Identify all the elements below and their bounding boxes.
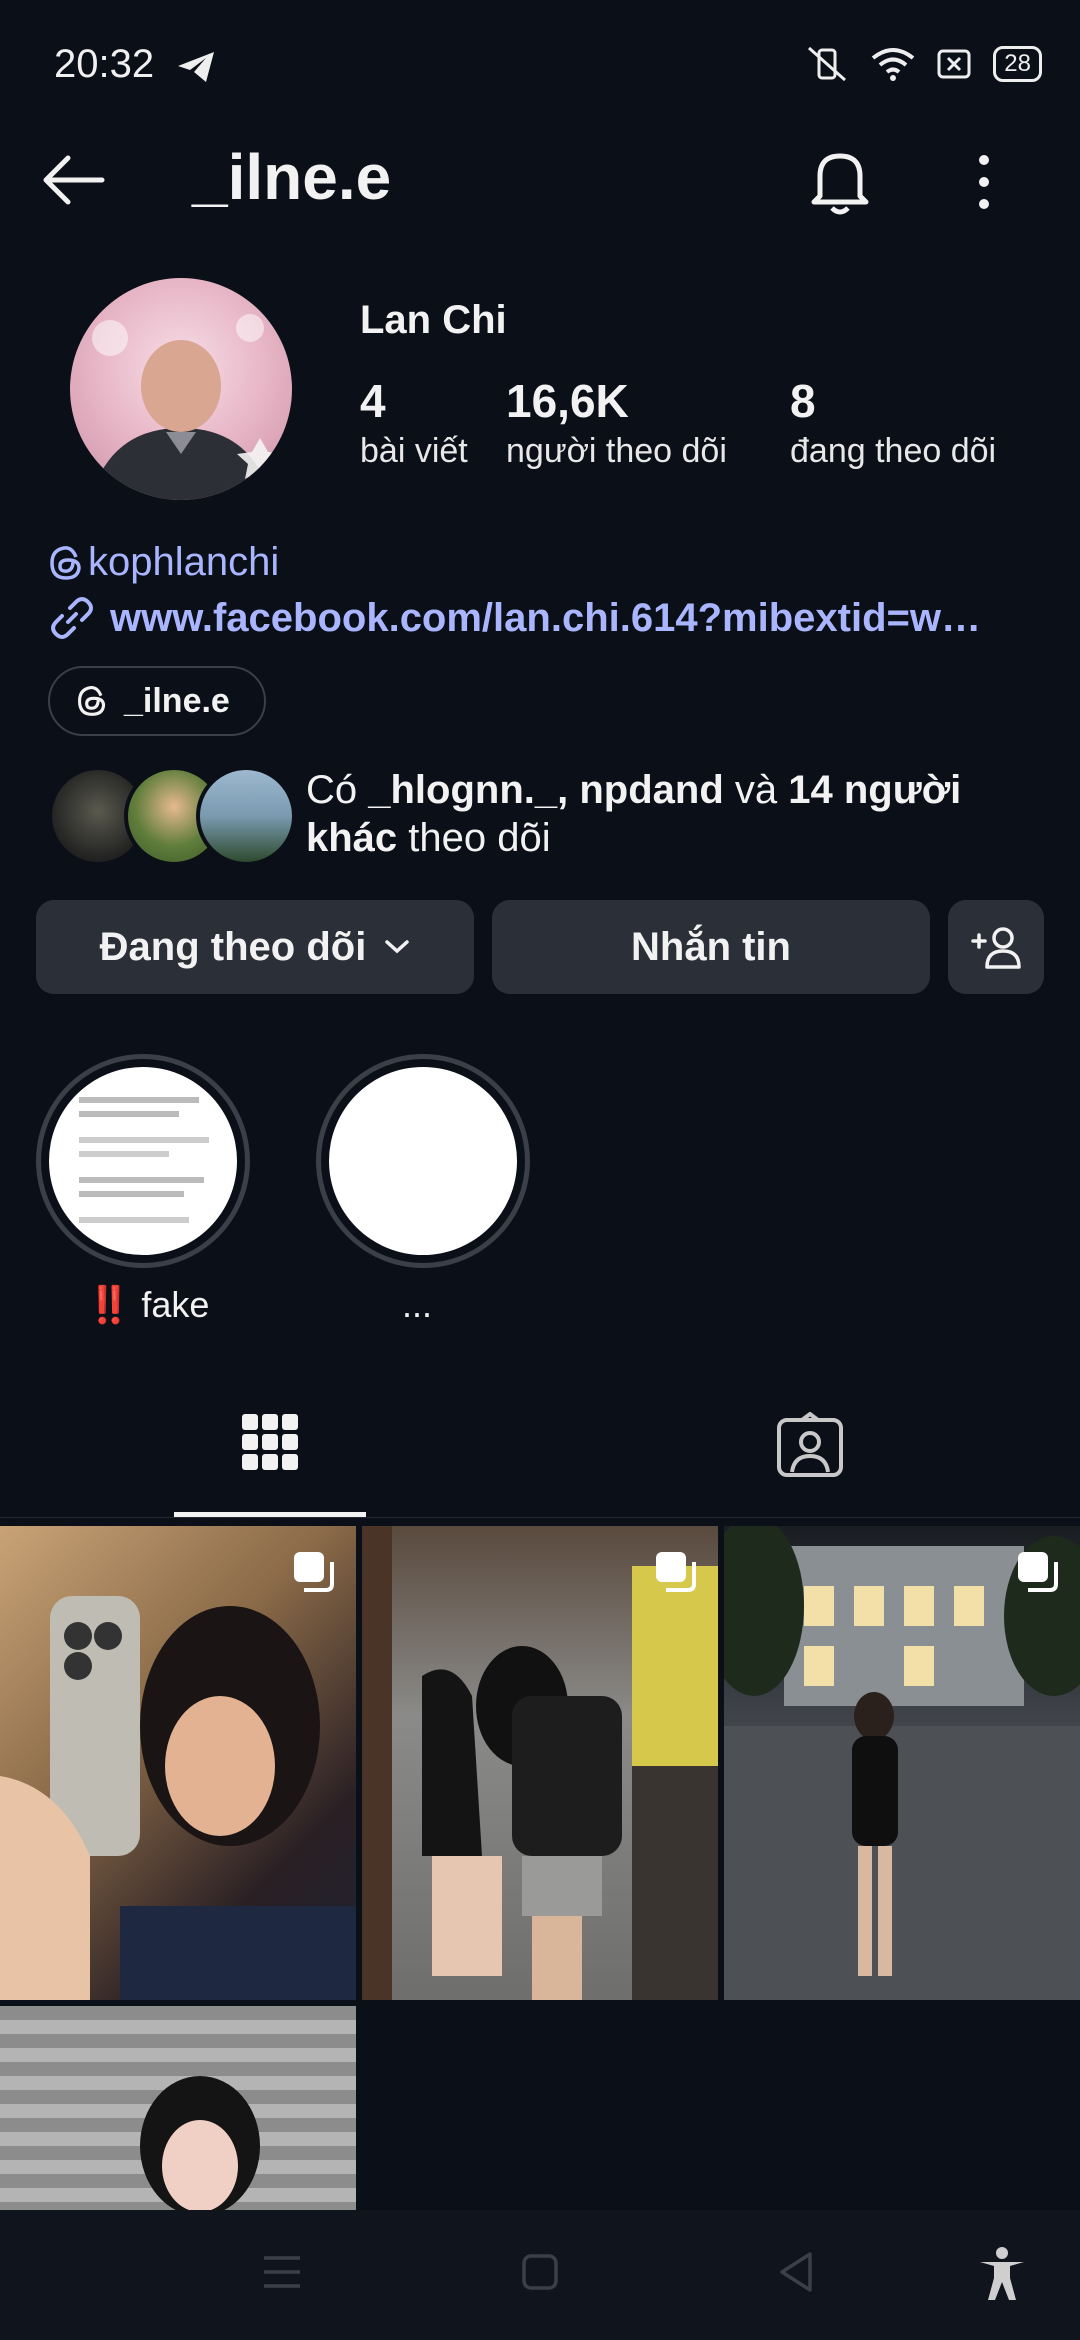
mutual-prefix: Có bbox=[306, 768, 369, 812]
system-navigation-bar bbox=[0, 2210, 1080, 2340]
add-person-icon bbox=[971, 927, 1021, 969]
accessibility-icon[interactable] bbox=[976, 2246, 1028, 2302]
notification-bell-icon[interactable] bbox=[808, 146, 872, 216]
multi-photo-icon bbox=[656, 1552, 696, 1592]
sim-icon bbox=[937, 49, 971, 79]
website-link-text: www.facebook.com/lan.chi.614?mibextid=w… bbox=[110, 595, 981, 640]
multi-photo-icon bbox=[1018, 1552, 1058, 1592]
home-icon[interactable] bbox=[520, 2252, 560, 2292]
mutual-avatar-3[interactable] bbox=[196, 766, 296, 866]
profile-username: _ilne.e bbox=[192, 141, 392, 213]
mutual-suffix: theo dõi bbox=[397, 816, 551, 860]
telegram-icon bbox=[178, 52, 214, 82]
tab-divider bbox=[0, 1517, 1080, 1518]
post-1[interactable] bbox=[0, 1526, 356, 2000]
website-link[interactable]: www.facebook.com/lan.chi.614?mibextid=w… bbox=[48, 594, 1028, 642]
status-icons: 28 bbox=[805, 44, 1042, 84]
post-2[interactable] bbox=[362, 1526, 718, 2000]
following-count-value: 8 bbox=[790, 375, 816, 427]
back-nav-icon[interactable] bbox=[776, 2250, 816, 2294]
threads-icon bbox=[50, 545, 81, 580]
chevron-down-icon bbox=[385, 940, 410, 954]
highlight-2-cover bbox=[329, 1067, 517, 1255]
wifi-icon bbox=[872, 48, 915, 81]
back-arrow-icon[interactable] bbox=[38, 150, 108, 210]
followers-count[interactable]: 16,6K người theo dõi bbox=[506, 374, 727, 471]
suggest-user-button[interactable] bbox=[948, 900, 1044, 994]
profile-avatar[interactable] bbox=[70, 278, 292, 500]
threads-handle-link[interactable]: kophlanchi bbox=[48, 540, 279, 585]
message-button[interactable]: Nhắn tin bbox=[492, 900, 930, 994]
threads-handle-text: kophlanchi bbox=[88, 540, 280, 584]
threads-badge[interactable]: _ilne.e bbox=[48, 666, 266, 736]
followers-count-value: 16,6K bbox=[506, 375, 629, 427]
following-count[interactable]: 8 đang theo dõi bbox=[790, 374, 996, 471]
post-3[interactable] bbox=[724, 1526, 1080, 2000]
highlight-1-cover bbox=[49, 1067, 237, 1255]
grid-icon[interactable] bbox=[240, 1412, 300, 1472]
followers-count-label: người theo dõi bbox=[506, 432, 727, 470]
tagged-icon[interactable] bbox=[776, 1412, 844, 1478]
following-button-label: Đang theo dõi bbox=[99, 924, 367, 969]
story-highlight-2[interactable] bbox=[316, 1054, 530, 1268]
following-count-label: đang theo dõi bbox=[790, 432, 997, 470]
mutual-names: _hlognn._, npdand bbox=[368, 768, 724, 812]
post-4[interactable] bbox=[0, 2006, 356, 2210]
story-highlight-1[interactable] bbox=[36, 1054, 250, 1268]
recent-apps-icon[interactable] bbox=[262, 2254, 302, 2290]
display-name: Lan Chi bbox=[360, 298, 507, 342]
mutual-followers-text[interactable]: Có _hlognn._, npdand và 14 người khác th… bbox=[306, 766, 1026, 862]
posts-count-value: 4 bbox=[360, 375, 386, 427]
highlight-1-label: ‼️ fake bbox=[86, 1284, 210, 1325]
threads-badge-label: _ilne.e bbox=[124, 681, 230, 720]
threads-badge-icon bbox=[77, 686, 106, 716]
mute-vibrate-icon bbox=[808, 46, 847, 82]
message-button-label: Nhắn tin bbox=[631, 924, 791, 969]
link-icon bbox=[51, 597, 93, 639]
highlight-2-label: ... bbox=[402, 1284, 433, 1325]
multi-photo-icon bbox=[294, 1552, 334, 1592]
following-button[interactable]: Đang theo dõi bbox=[36, 900, 474, 994]
mutual-middle: và bbox=[723, 768, 789, 812]
battery-indicator: 28 bbox=[993, 46, 1042, 82]
status-time: 20:32 bbox=[54, 42, 155, 86]
posts-count[interactable]: 4 bài viết bbox=[360, 374, 468, 471]
more-options-icon[interactable] bbox=[972, 152, 996, 212]
posts-count-label: bài viết bbox=[360, 432, 468, 470]
